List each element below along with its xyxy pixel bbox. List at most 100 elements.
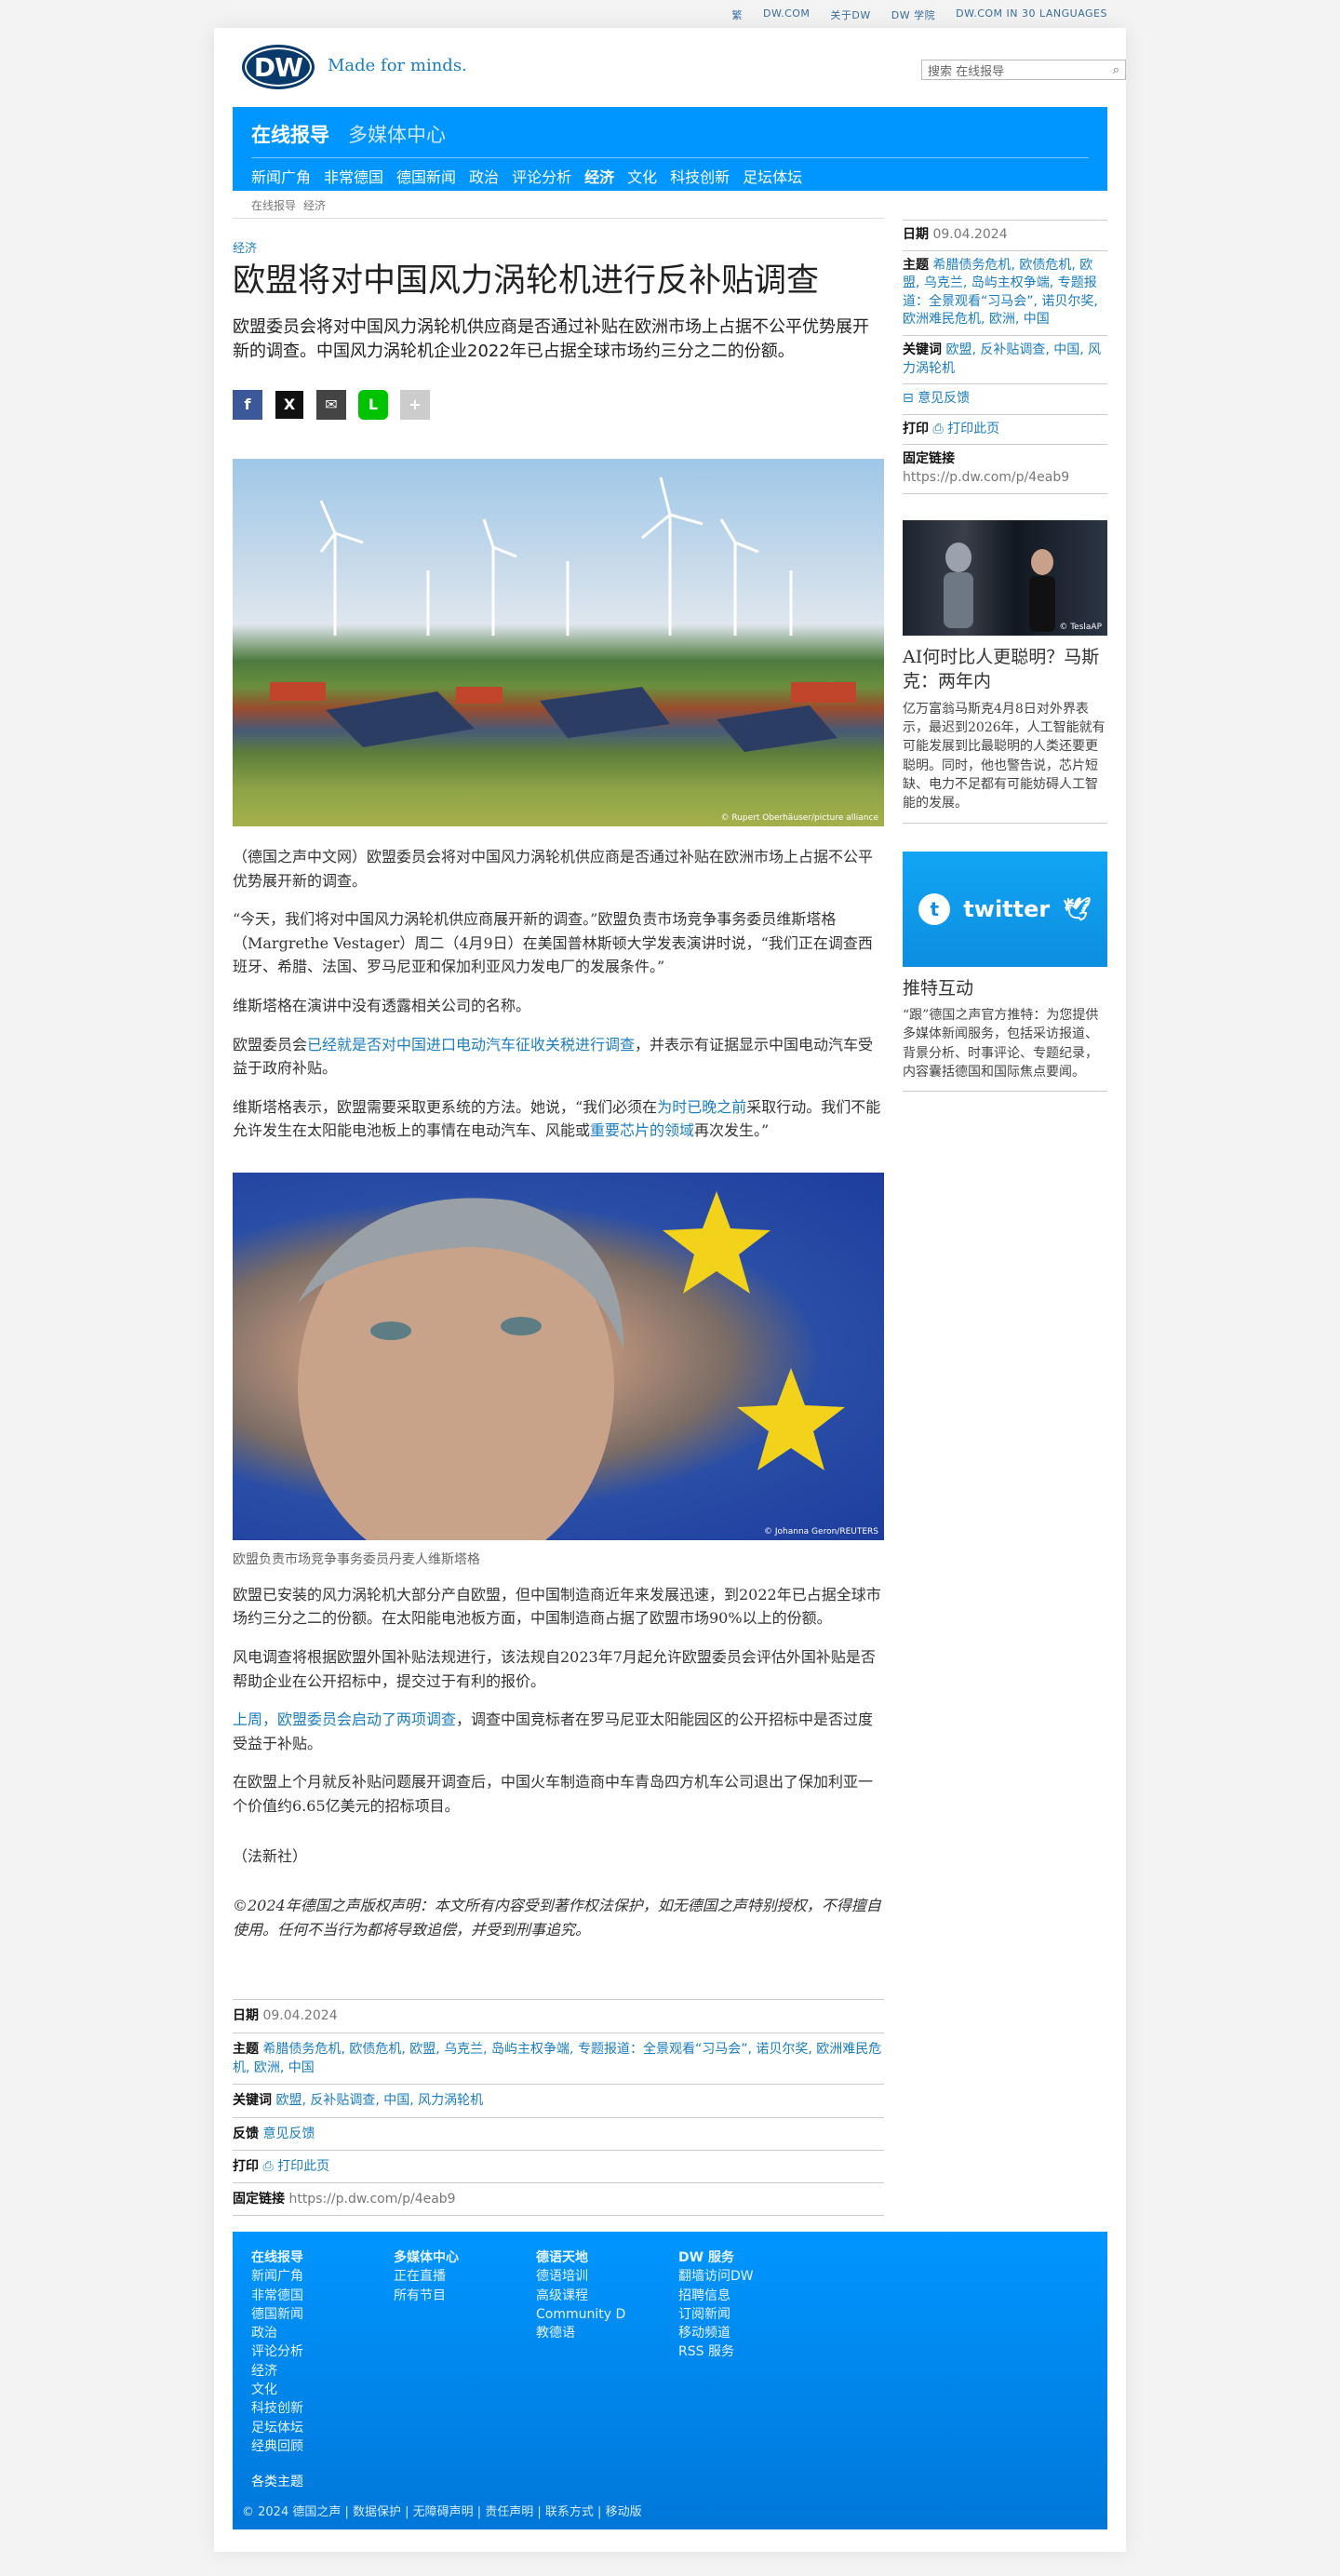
toplink-about[interactable]: 关于DW: [830, 7, 870, 22]
sidebar: 日期 09.04.2024 主题 希腊债务危机, 欧债危机, 欧盟, 乌克兰, …: [903, 220, 1107, 1093]
image-caption: 欧盟负责市场竞争事务委员丹麦人维斯塔格: [233, 1551, 480, 1567]
musk-teaser-image[interactable]: © TeslaAP: [903, 519, 1107, 636]
search-icon[interactable]: ⌕: [1113, 63, 1119, 77]
breadcrumb-item[interactable]: 在线报导: [251, 197, 296, 213]
footer-link[interactable]: RSS 服务: [678, 2342, 754, 2361]
feedback-icon[interactable]: ⊟: [903, 391, 914, 406]
source-note: （法新社）: [233, 1846, 308, 1865]
footer-link[interactable]: 高级课程: [536, 2287, 625, 2305]
meta-label: 关键词: [233, 2093, 272, 2109]
side-keywords: 关键词 欧盟, 反补贴调查, 中国, 风力涡轮机: [903, 336, 1107, 385]
topic-links[interactable]: 希腊债务危机, 欧债危机, 欧盟, 乌克兰, 岛屿主权争端, 专题报道：全景观看…: [233, 2042, 881, 2075]
footer-link[interactable]: 翻墙访问DW: [678, 2267, 754, 2286]
tagline: Made for minds.: [328, 56, 467, 75]
footer-link[interactable]: 订阅新闻: [678, 2305, 754, 2324]
footer-topics-link[interactable]: 各类主题: [251, 2472, 303, 2490]
meta-label: 主题: [903, 257, 929, 273]
portrait-illustration: [298, 1190, 845, 1540]
footer-link[interactable]: 文化: [251, 2381, 303, 2399]
nav-online[interactable]: 在线报导: [251, 120, 329, 148]
footer-heading[interactable]: 多媒体中心: [394, 2248, 459, 2267]
toplink-languages[interactable]: DW.COM IN 30 LANGUAGES: [956, 7, 1107, 22]
feedback-link[interactable]: 意见反馈: [918, 391, 970, 406]
paragraph: 上周，欧盟委员会启动了两项调查，调查中国竞标者在罗马尼亚太阳能园区的公开招标中是…: [233, 1708, 884, 1755]
nav-sub-item[interactable]: 文化: [627, 165, 657, 187]
footer-legal[interactable]: © 2024 德国之声 | 数据保护 | 无障碍声明 | 责任声明 | 联系方式…: [242, 2502, 642, 2519]
nav-sub-item-active[interactable]: 经济: [584, 165, 614, 187]
twitter-wordmark: twitter: [963, 895, 1051, 922]
twitter-text: “跟”德国之声官方推特：为您提供多媒体新闻服务，包括采访报道、背景分析、时事评论…: [903, 1008, 1099, 1080]
footer-heading[interactable]: 在线报导: [251, 2248, 303, 2267]
nav-sub-item[interactable]: 政治: [469, 165, 499, 187]
footer-heading[interactable]: DW 服务: [678, 2248, 754, 2267]
nav-multimedia[interactable]: 多媒体中心: [348, 120, 446, 148]
search-placeholder: 搜索 在线报导: [928, 64, 1005, 79]
footer-link[interactable]: 移动频道: [678, 2324, 754, 2342]
nav-sub-item[interactable]: 科技创新: [670, 165, 730, 187]
footer-link[interactable]: 经典回顾: [251, 2437, 303, 2456]
twitter-title[interactable]: 推特互动: [903, 976, 1107, 1001]
meta-keywords: 关键词 欧盟, 反补贴调查, 中国, 风力涡轮机: [233, 2085, 884, 2118]
teaser-title[interactable]: AI何时比人更聪明？马斯克：两年内: [903, 645, 1107, 694]
dw-logo[interactable]: DW: [242, 45, 315, 89]
nav-sub-item[interactable]: 新闻广角: [251, 165, 311, 187]
footer-link[interactable]: 正在直播: [394, 2267, 459, 2286]
permalink-value[interactable]: https://p.dw.com/p/4eab9: [288, 2192, 455, 2207]
search-input[interactable]: 搜索 在线报导 ⌕: [921, 60, 1126, 80]
inline-link[interactable]: 为时已晚之前: [657, 1098, 746, 1116]
print-link[interactable]: 打印此页: [947, 422, 999, 436]
footer-link[interactable]: 所有节目: [394, 2287, 459, 2305]
meta-print: 打印 ⎙ 打印此页: [233, 2151, 884, 2184]
nav-sub-item[interactable]: 评论分析: [512, 165, 571, 187]
footer-link[interactable]: 非常德国: [251, 2287, 303, 2305]
top-links: 繁 DW.COM 关于DW DW 学院 DW.COM IN 30 LANGUAG…: [732, 7, 1108, 22]
nav-sub-item[interactable]: 非常德国: [324, 165, 383, 187]
footer-link[interactable]: 经济: [251, 2362, 303, 2381]
print-link[interactable]: 打印此页: [277, 2159, 329, 2174]
print-icon[interactable]: ⎙: [262, 2159, 273, 2174]
paragraph: 欧盟已安装的风力涡轮机大部分产自欧盟，但中国制造商近年来发展迅速，到2022年已…: [233, 1585, 881, 1628]
side-feedback: ⊟ 意见反馈: [903, 384, 1107, 415]
breadcrumb-item[interactable]: 经济: [303, 197, 326, 213]
print-icon[interactable]: ⎙: [932, 422, 943, 436]
nav-sub-item[interactable]: 德国新闻: [396, 165, 456, 187]
paragraph: 风电调查将根据欧盟外国补贴法规进行，该法规自2023年7月起允许欧盟委员会评估外…: [233, 1648, 876, 1690]
twitter-banner[interactable]: t twitter 🕊: [903, 851, 1107, 967]
footer-link[interactable]: 足坛体坛: [251, 2419, 303, 2437]
inline-link[interactable]: 重要芯片的领域: [590, 1121, 694, 1139]
article-body-continued: 欧盟已安装的风力涡轮机大部分产自欧盟，但中国制造商近年来发展迅速，到2022年已…: [233, 1583, 884, 1942]
footer-col-online: 在线报导 新闻广角 非常德国 德国新闻 政治 评论分析 经济 文化 科技创新 足…: [251, 2248, 303, 2456]
article: 经济 欧盟将对中国风力涡轮机进行反补贴调查 欧盟委员会将对中国风力涡轮机供应商是…: [233, 238, 884, 2217]
footer-heading[interactable]: 德语天地: [536, 2248, 625, 2267]
footer-link[interactable]: Community D: [536, 2305, 625, 2324]
footer-link[interactable]: 科技创新: [251, 2399, 303, 2418]
topic-links[interactable]: 希腊债务危机, 欧债危机, 欧盟, 乌克兰, 岛屿主权争端, 专题报道：全景观看…: [903, 258, 1098, 328]
footer-link[interactable]: 招聘信息: [678, 2287, 754, 2305]
toplink-academy[interactable]: DW 学院: [891, 7, 935, 22]
footer-link[interactable]: 教德语: [536, 2324, 625, 2342]
permalink-value[interactable]: https://p.dw.com/p/4eab9: [903, 470, 1069, 485]
paragraph: 欧盟委员会已经就是否对中国进口电动汽车征收关税进行调查，并表示有证据显示中国电动…: [233, 1033, 884, 1080]
share-bar: f X ✉ L +: [233, 389, 884, 420]
feedback-link[interactable]: 意见反馈: [262, 2127, 315, 2141]
footer-link[interactable]: 评论分析: [251, 2342, 303, 2361]
article-kicker[interactable]: 经济: [233, 238, 884, 256]
toplink-dwcom[interactable]: DW.COM: [763, 7, 810, 22]
meta-label: 关键词: [903, 342, 942, 357]
line-icon[interactable]: L: [358, 389, 388, 420]
footer-link[interactable]: 德国新闻: [251, 2305, 303, 2324]
text: 再次发生。”: [694, 1121, 770, 1140]
inline-link[interactable]: 已经就是否对中国进口电动汽车征收关税进行调查: [307, 1036, 635, 1053]
wind-turbines-illustration: [270, 476, 856, 752]
more-share-icon[interactable]: +: [400, 389, 430, 420]
mail-icon[interactable]: ✉: [316, 389, 346, 420]
nav-sub-item[interactable]: 足坛体坛: [743, 165, 802, 187]
toplink-traditional[interactable]: 繁: [732, 7, 744, 22]
inline-link[interactable]: 上周，欧盟委员会启动了两项调查: [233, 1711, 456, 1728]
footer-link[interactable]: 政治: [251, 2324, 303, 2342]
x-icon[interactable]: X: [275, 389, 304, 420]
footer-link[interactable]: 新闻广角: [251, 2267, 303, 2286]
footer-link[interactable]: 德语培训: [536, 2267, 625, 2286]
facebook-icon[interactable]: f: [233, 389, 262, 420]
keyword-links[interactable]: 欧盟, 反补贴调查, 中国, 风力涡轮机: [275, 2093, 483, 2108]
